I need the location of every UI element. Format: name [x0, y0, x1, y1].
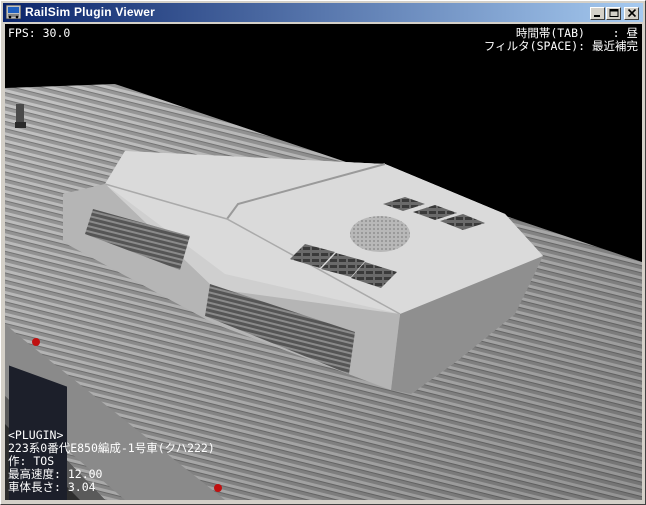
- train-roof-render: [5, 84, 642, 500]
- close-button[interactable]: [624, 7, 639, 20]
- plugin-body-length: 車体長さ: 3.04: [8, 480, 96, 494]
- window-title: RailSim Plugin Viewer: [25, 5, 156, 19]
- plugin-header: <PLUGIN>: [8, 428, 64, 442]
- maximize-icon: [609, 9, 619, 17]
- plugin-author: 作: TOS: [8, 454, 55, 468]
- minimize-button[interactable]: [590, 7, 605, 20]
- title-bar[interactable]: RailSim Plugin Viewer: [3, 3, 643, 22]
- 3d-viewport[interactable]: FPS: 30.0 時間帯(TAB) : 昼 フィルタ(SPACE): 最近補完…: [5, 24, 642, 500]
- plugin-max-speed: 最高速度: 12.00: [8, 467, 103, 481]
- fps-readout: FPS: 30.0: [8, 26, 71, 40]
- filter-status: フィルタ(SPACE): 最近補完: [483, 39, 638, 53]
- time-zone-status: 時間帯(TAB) : 昼: [515, 26, 638, 40]
- app-icon[interactable]: [5, 4, 22, 20]
- maximize-button[interactable]: [606, 7, 621, 20]
- plugin-name: 223系0番代E850編成-1号車(クハ222): [8, 441, 215, 455]
- app-window: RailSim Plugin Viewer FPS: 30.0 時間帯(TAB)…: [0, 0, 646, 505]
- close-icon: [627, 9, 637, 18]
- minimize-icon: [594, 15, 600, 17]
